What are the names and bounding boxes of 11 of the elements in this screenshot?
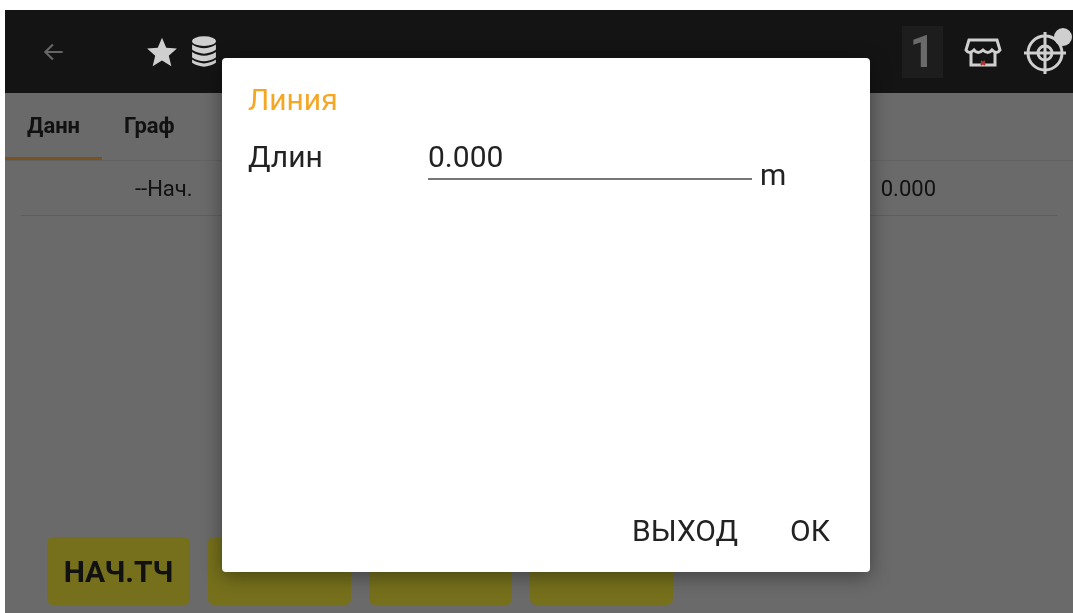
dialog-action-button[interactable]: ВЫХОД: [616, 509, 755, 552]
row-value: 0.000: [880, 175, 936, 201]
count-badge: 1: [901, 25, 943, 78]
field-label: Длин: [248, 139, 324, 174]
row-label: --Нач.: [135, 175, 193, 201]
database-icon[interactable]: [191, 34, 217, 69]
dialog-title: Линия: [248, 82, 339, 117]
dialog-action-button[interactable]: ОК: [774, 509, 846, 552]
target-icon[interactable]: [1023, 26, 1073, 77]
mode-button[interactable]: НАЧ.ТЧ: [47, 537, 190, 605]
unit-label: m: [760, 157, 787, 192]
